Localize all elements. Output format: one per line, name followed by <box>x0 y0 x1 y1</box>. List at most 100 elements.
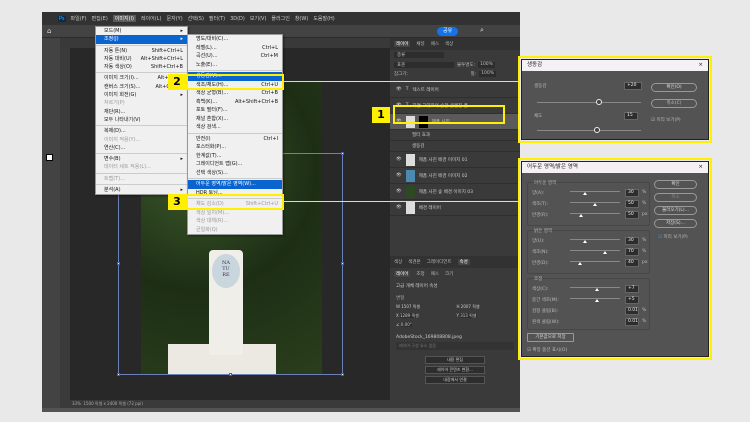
preview-checkbox[interactable]: ☑ 미리 보기(P) <box>658 234 688 240</box>
shadows-slider-thumb[interactable] <box>579 214 583 217</box>
menu-item[interactable]: 균일화(Q) <box>188 226 282 235</box>
vibrance-slider[interactable] <box>537 102 641 103</box>
layer-row[interactable]: 👁 제품 사진 배경 이미지 02 <box>390 168 520 184</box>
properties-button[interactable]: 내용 편집 <box>425 356 485 364</box>
menu-item[interactable]: 곡선(U)... Ctrl+M <box>188 52 282 61</box>
menu-item[interactable]: 채널 혼합(X)... <box>188 115 282 124</box>
transform-handle[interactable] <box>117 262 120 265</box>
shadows-value-field[interactable]: 50 <box>625 211 639 219</box>
adjust-value-field[interactable]: +5 <box>625 296 639 304</box>
angle-field[interactable]: 0.00° <box>400 322 412 327</box>
vibrance-field[interactable]: +20 <box>624 82 642 90</box>
transform-handle[interactable] <box>341 152 344 155</box>
preview-checkbox[interactable]: ☑ 미리 보기(P) <box>651 117 681 123</box>
visibility-eye-icon[interactable]: 👁 <box>396 173 402 178</box>
layer-row[interactable]: 👁 배경 레이어 <box>390 200 520 216</box>
menu-item[interactable]: 자동 색상(O) Shift+Ctrl+B <box>96 63 187 71</box>
highlights-value-field[interactable]: 70 <box>625 248 639 256</box>
layer-row[interactable]: 필터 효과 <box>390 130 520 141</box>
height-field[interactable]: 2007 픽셀 <box>461 304 480 309</box>
panel-tab[interactable]: 패스 <box>431 271 439 277</box>
panel-tab[interactable]: 레이어 <box>394 41 411 47</box>
saturation-field[interactable]: 15 <box>624 112 638 120</box>
save-button[interactable]: 저장(S)... <box>654 219 697 228</box>
menu-item[interactable]: 노출(E)... <box>188 61 282 70</box>
highlights-value-field[interactable]: 30 <box>625 237 639 245</box>
highlights-value-field[interactable]: 40 <box>625 259 639 267</box>
menu-item[interactable]: 데이터 세트 적용(L)... <box>96 163 187 171</box>
transform-handle[interactable] <box>341 373 344 376</box>
highlights-slider[interactable] <box>570 239 620 240</box>
menu-item[interactable]: 변수(B) ▸ <box>96 155 187 163</box>
menubar-item[interactable]: 3D(D) <box>230 16 245 22</box>
y-field[interactable]: 313 픽셀 <box>460 313 477 318</box>
visibility-eye-icon[interactable]: 👁 <box>396 157 402 162</box>
menu-item[interactable]: 모드(M) ▸ <box>96 27 187 35</box>
shadows-value-field[interactable]: 50 <box>625 200 639 208</box>
adjust-value-field[interactable]: 0.01 <box>625 307 639 315</box>
close-icon[interactable]: × <box>698 162 703 173</box>
saturation-slider[interactable] <box>537 130 641 131</box>
panel-tab[interactable]: 색상 <box>445 41 453 47</box>
visibility-eye-icon[interactable]: 👁 <box>396 189 402 194</box>
menu-item[interactable]: 조정(J) ▸ <box>96 35 187 44</box>
menubar-item[interactable]: 도움말(H) <box>313 15 334 22</box>
properties-button[interactable]: 내장에서 연결 <box>425 376 485 384</box>
menubar-item[interactable]: 창(W) <box>295 15 308 22</box>
panel-tab[interactable]: 조정 <box>416 271 424 277</box>
panel-tab[interactable]: 속성 <box>457 259 470 265</box>
menubar-item[interactable]: 레이어(L) <box>141 15 162 22</box>
visibility-eye-icon[interactable]: 👁 <box>396 205 402 210</box>
menubar-item[interactable]: 파일(F) <box>71 15 87 22</box>
menu-item[interactable]: 자르기(P) <box>96 99 187 107</box>
saturation-slider-knob[interactable] <box>594 127 601 133</box>
layer-row[interactable]: 생동감 <box>390 141 520 152</box>
menu-item[interactable]: 색상 검색... <box>188 123 282 132</box>
transform-handle[interactable] <box>229 373 232 376</box>
x-field[interactable]: 1289 픽셀 <box>400 313 419 318</box>
adjust-value-field[interactable]: 0.01 <box>625 318 639 326</box>
fill-field[interactable]: 100% <box>479 71 496 77</box>
vibrance-slider-knob[interactable] <box>596 99 603 105</box>
home-icon[interactable]: ⌂ <box>47 27 51 35</box>
menu-item[interactable]: 재단(R)... <box>96 108 187 116</box>
menu-item[interactable]: 트랩(T)... <box>96 175 187 183</box>
menu-item[interactable]: 이미지 적용(Y)... <box>96 136 187 144</box>
shadows-slider[interactable] <box>570 191 620 192</box>
highlights-slider[interactable] <box>570 250 620 251</box>
panel-tab[interactable]: 색견본 <box>408 259 420 265</box>
highlights-slider-thumb[interactable] <box>603 251 607 254</box>
opacity-field[interactable]: 100% <box>478 62 495 68</box>
menubar-item[interactable]: 선택(S) <box>188 15 204 22</box>
visibility-eye-icon[interactable]: 👁 <box>396 87 402 92</box>
menubar-item[interactable]: 문자(Y) <box>166 15 182 22</box>
foreground-color-swatch[interactable] <box>46 154 53 161</box>
menubar-item[interactable]: 필터(T) <box>209 15 225 22</box>
search-icon[interactable]: ⌕ <box>480 26 484 35</box>
panel-tab[interactable]: 레이어 <box>394 271 411 277</box>
menu-item[interactable]: 자동 톤(N) Shift+Ctrl+L <box>96 47 187 55</box>
transform-handle[interactable] <box>341 262 344 265</box>
layer-row[interactable]: 👁 제품 사진 배경 이미지 01 <box>390 152 520 168</box>
close-icon[interactable]: × <box>698 60 703 71</box>
menubar-item[interactable]: 보기(V) <box>250 15 267 22</box>
shadows-slider-thumb[interactable] <box>593 203 597 206</box>
zoom-level[interactable]: 33% <box>72 401 81 406</box>
show-more-options-checkbox[interactable]: ☑ 확장 옵션 표시(O) <box>527 347 567 353</box>
panel-tab[interactable]: 크기 <box>445 271 453 277</box>
menu-item[interactable]: 포스터화(P)... <box>188 143 282 152</box>
cancel-button[interactable]: 취소 <box>654 193 697 202</box>
menu-item[interactable]: 색상 대체(R)... <box>188 217 282 226</box>
adjust-slider-thumb[interactable] <box>594 299 599 302</box>
menu-item[interactable]: 한계값(T)... <box>188 152 282 161</box>
save-as-defaults-button[interactable]: 기본값으로 저장 <box>527 333 574 342</box>
layer-row[interactable]: 👁 제품 사진 숲 배경 이미지 03 <box>390 184 520 200</box>
menubar-item[interactable]: 플러그인 <box>271 15 289 22</box>
highlights-slider-thumb[interactable] <box>578 262 582 265</box>
menu-item[interactable]: 어두운 영역/밝은 영역(W)... <box>188 180 282 189</box>
adjust-value-field[interactable]: +7 <box>625 285 639 293</box>
ok-button[interactable]: 확인 <box>654 180 697 189</box>
highlights-slider-thumb[interactable] <box>583 240 587 243</box>
menu-item[interactable]: 색상 균형(B)... Ctrl+B <box>188 89 282 98</box>
menu-item[interactable]: 모두 나타내기(V) <box>96 116 187 124</box>
